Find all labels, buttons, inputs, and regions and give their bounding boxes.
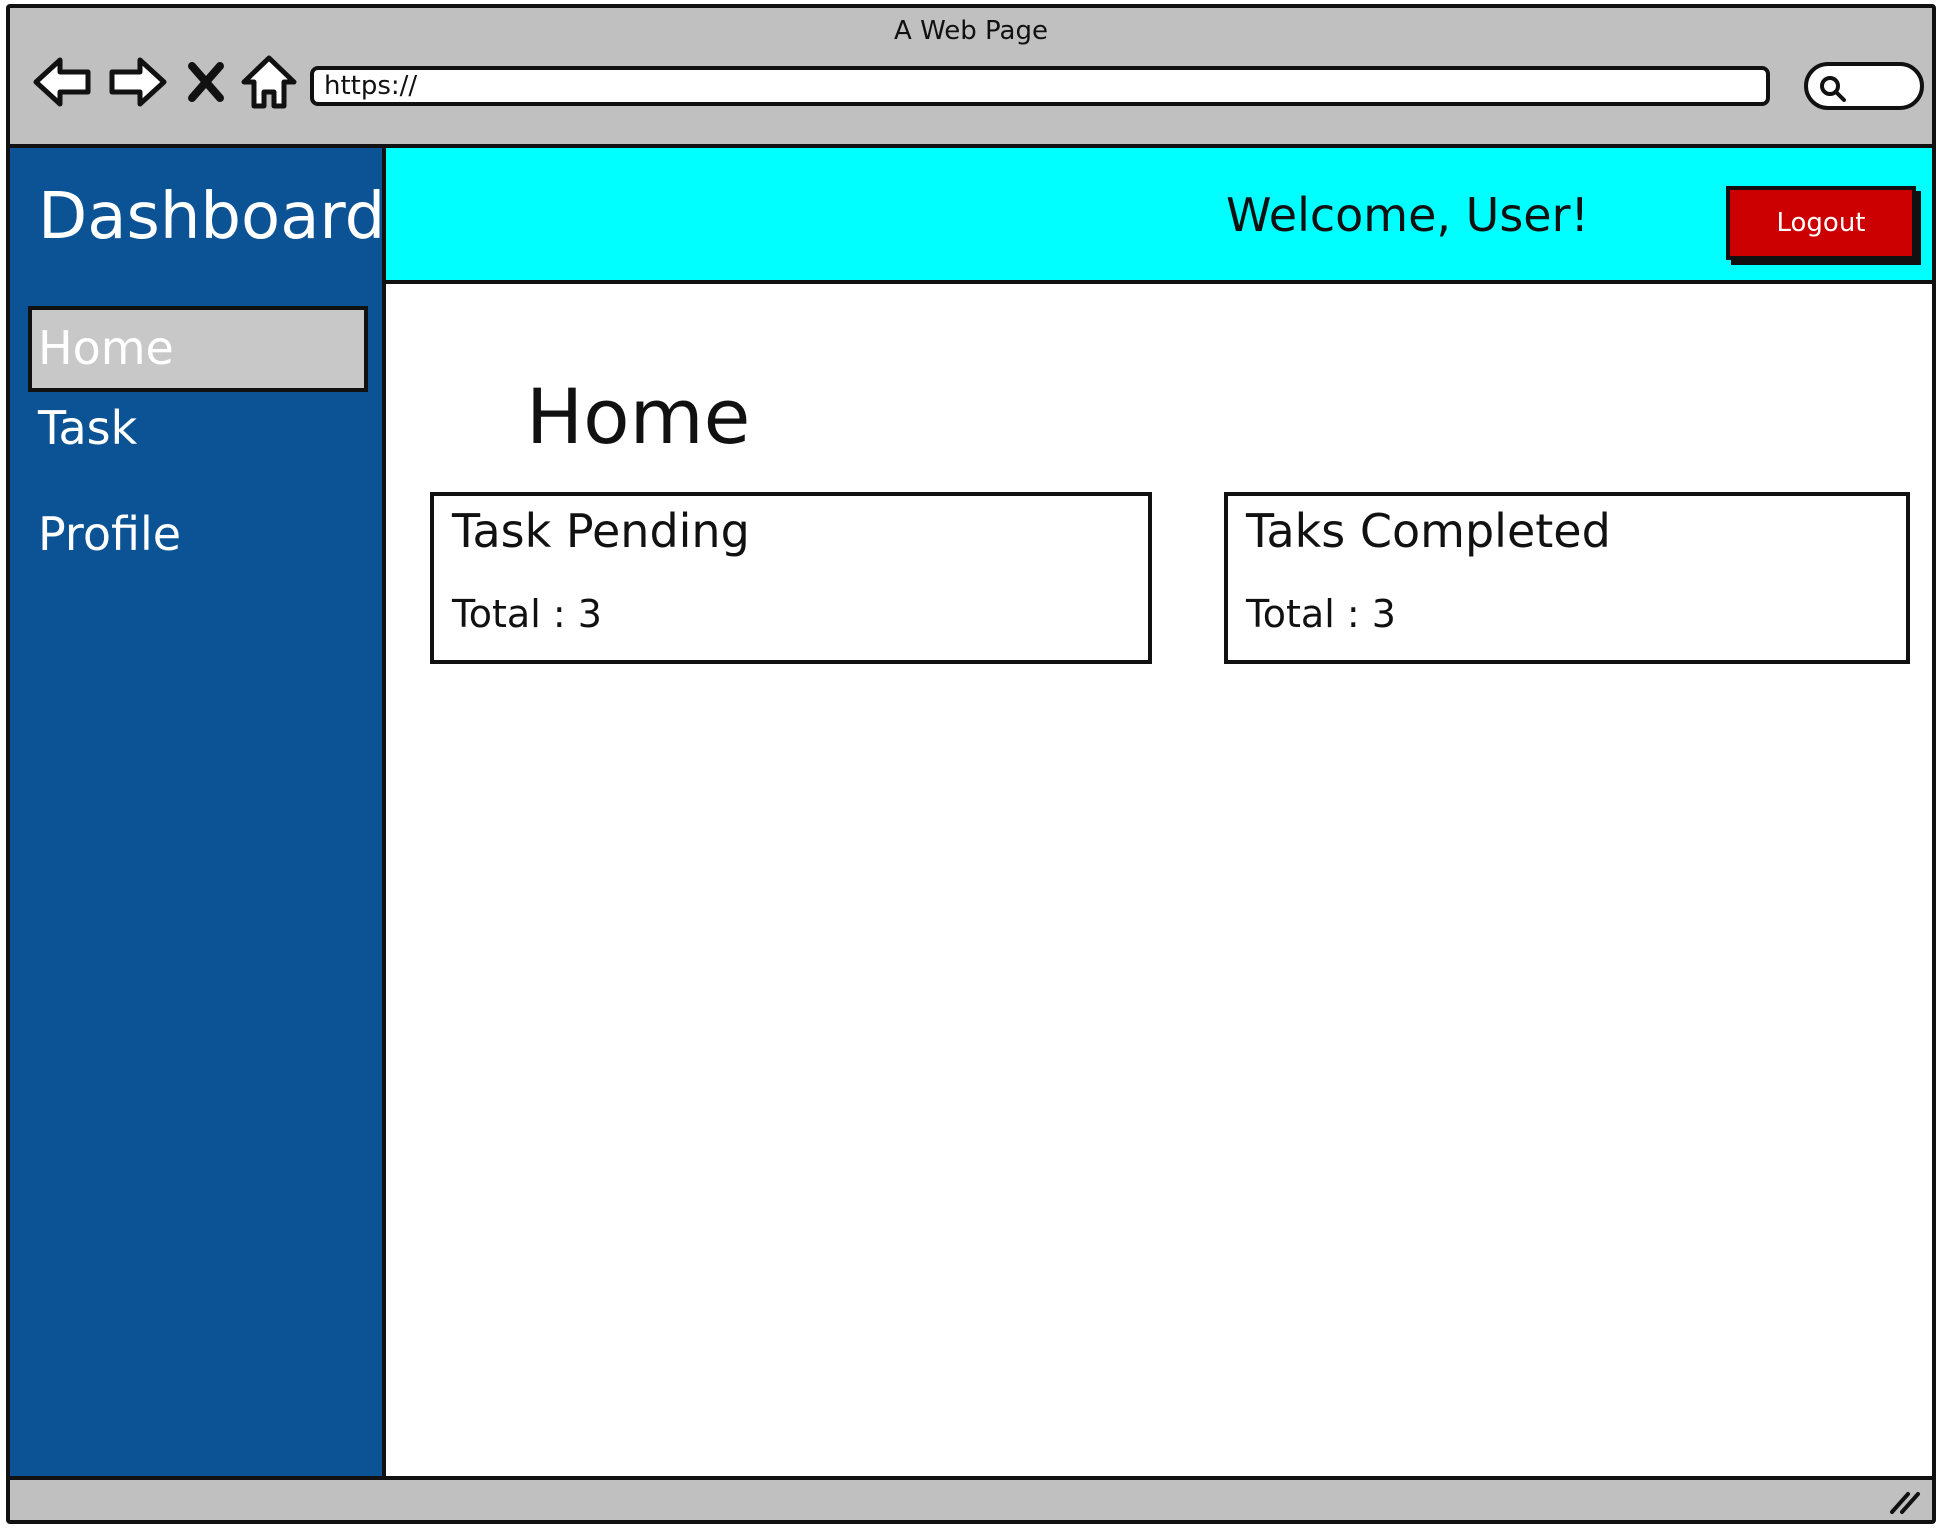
- browser-window: A Web Page https:// Dashboard Home Task: [6, 4, 1936, 1524]
- browser-toolbar: A Web Page https://: [10, 8, 1932, 148]
- back-arrow-icon[interactable]: [32, 52, 94, 112]
- card-title: Taks Completed: [1246, 504, 1611, 558]
- page-title: Home: [526, 372, 751, 461]
- tasks-completed-card: Taks Completed Total : 3: [1224, 492, 1910, 664]
- resize-handle-icon[interactable]: [1886, 1484, 1922, 1516]
- browser-search[interactable]: [1804, 62, 1924, 110]
- status-bar: [10, 1476, 1932, 1520]
- search-icon: [1820, 76, 1846, 102]
- sidebar-item-label: Task: [38, 401, 138, 455]
- card-total: Total : 3: [452, 592, 602, 636]
- task-pending-card: Task Pending Total : 3: [430, 492, 1152, 664]
- sidebar-title: Dashboard: [38, 180, 386, 254]
- welcome-message: Welcome, User!: [1226, 188, 1589, 242]
- sidebar-item-home[interactable]: Home: [28, 306, 368, 392]
- forward-arrow-icon[interactable]: [106, 52, 168, 112]
- sidebar-item-label: Profile: [38, 507, 182, 561]
- home-icon[interactable]: [238, 52, 300, 112]
- logout-button[interactable]: Logout: [1726, 186, 1916, 260]
- top-header: Welcome, User! Logout: [386, 148, 1932, 284]
- card-title: Task Pending: [452, 504, 750, 558]
- browser-title: A Web Page: [894, 16, 1048, 46]
- close-icon[interactable]: [186, 52, 226, 112]
- card-total: Total : 3: [1246, 592, 1396, 636]
- sidebar-item-profile[interactable]: Profile: [28, 494, 368, 580]
- sidebar: Dashboard Home Task Profile: [10, 148, 386, 1484]
- sidebar-item-task[interactable]: Task: [28, 388, 368, 474]
- sidebar-item-label: Home: [38, 321, 174, 375]
- address-bar[interactable]: https://: [310, 66, 1770, 106]
